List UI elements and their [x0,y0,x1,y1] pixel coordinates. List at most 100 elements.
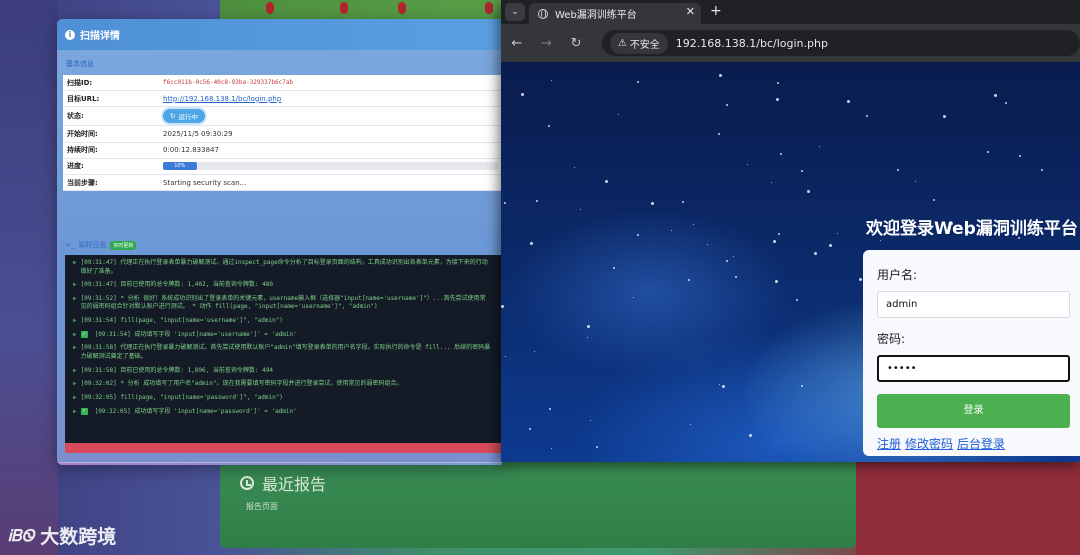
star-decoration [505,356,506,357]
star-decoration [859,278,862,281]
address-bar[interactable]: ⚠ 不安全 192.168.138.1/bc/login.php [601,30,1080,56]
security-chip[interactable]: ⚠ 不安全 [609,32,668,54]
password-label: 密码: [877,332,906,346]
star-decoration [847,100,850,103]
log-line: ▶ ✓ [09:32:05] 成功填写字段 'input[name='passwor… [73,407,502,417]
forward-icon[interactable]: → [539,36,555,51]
log-line: ▶ [09:31:58] 目前已使用的总令牌数: 1,896, 当前查询令牌数: … [73,367,502,376]
start-time-row: 开始时间: 2025/11/5 09:30:29 [63,126,502,143]
username-label: 用户名: [877,268,918,282]
browser-window: ⌄ Web漏洞训练平台 ✕ + ← → ↻ ⚠ 不安全 192.168.138.… [501,0,1080,462]
expand-arrow-icon[interactable]: ▶ [73,344,77,361]
tab-bar: ⌄ Web漏洞训练平台 ✕ + [501,0,1080,24]
watermark: ᎥᏴᏫ 大数跨境 [8,522,116,549]
scan-detail-title: 扫描详情 [80,31,120,42]
star-decoration [536,200,538,202]
star-decoration [521,93,524,96]
expand-arrow-icon[interactable]: ▶ [73,331,77,340]
star-decoration [690,424,691,425]
star-decoration [897,169,899,171]
star-decoration [987,151,989,153]
log-text: [09:31:52] * 分析 很好！系统成功识别出了登录表单的关键元素，use… [80,294,486,311]
log-line: ▶ [09:31:54] fill(page, "input[name='user… [73,317,502,326]
console-bottom-bar [65,443,502,453]
url-text[interactable]: 192.168.138.1/bc/login.php [676,37,828,50]
admin-login-link[interactable]: 后台登录 [957,435,1005,452]
star-decoration [501,305,504,308]
star-decoration [719,384,720,385]
star-decoration [933,199,935,201]
scan-detail-body: 基本信息 扫描ID: f6cc011b-0c56-40c8-93ba-32933… [57,50,502,465]
tab-login[interactable]: Web漏洞训练平台 ✕ [529,3,701,24]
star-decoration [693,224,694,225]
star-decoration [682,201,684,203]
progress-bar: 10% [163,162,498,171]
target-url-link[interactable]: http://192.168.138.1/bc/login.php [163,95,281,103]
log-line: ▶ [09:31:47] 目前已使用的总令牌数: 1,402, 当前查询令牌数: … [73,281,502,290]
report-row[interactable]: 报告页面 [246,501,278,512]
star-decoration [1019,155,1021,157]
expand-arrow-icon[interactable]: ▶ [73,295,77,312]
star-decoration [796,299,798,301]
star-decoration [777,82,779,84]
star-decoration [633,297,634,298]
expand-arrow-icon[interactable]: ▶ [73,259,77,276]
password-input[interactable]: ••••• [877,355,1070,382]
expand-arrow-icon[interactable]: ▶ [73,281,77,290]
log-text: [09:31:47] 目前已使用的总令牌数: 1,402, 当前查询令牌数: 4… [80,281,273,289]
expand-arrow-icon[interactable]: ▶ [73,394,77,403]
star-decoration [551,80,552,81]
star-decoration [618,114,619,115]
star-decoration [814,252,817,255]
terminal-icon: >_ [65,241,75,249]
scan-info-table: 扫描ID: f6cc011b-0c56-40c8-93ba-329337b6c7… [63,75,502,192]
expand-arrow-icon[interactable]: ▶ [73,380,77,389]
log-text: [09:32:05] fill(page, "input[name='passw… [80,394,283,401]
star-decoration [637,81,639,83]
star-decoration [580,209,581,210]
star-decoration [819,146,820,147]
star-decoration [551,448,552,449]
clock-icon [240,476,254,490]
globe-icon [538,8,548,19]
change-password-link[interactable]: 修改密码 [905,435,953,452]
close-tab-icon[interactable]: ✕ [686,5,695,18]
star-decoration [549,408,551,410]
star-decoration [778,233,780,235]
star-decoration [733,256,734,257]
star-decoration [1005,102,1007,104]
star-decoration [574,167,575,168]
expand-arrow-icon[interactable]: ▶ [73,408,77,417]
star-decoration [605,180,608,183]
progress-row: 进度: 10% [63,159,502,175]
star-decoration [807,190,810,193]
star-decoration [880,240,881,241]
status-badge: ↻ 运行中 [163,109,205,124]
new-tab-button[interactable]: + [710,3,722,19]
expand-arrow-icon[interactable]: ▶ [73,317,77,326]
star-decoration [707,244,708,245]
realtime-log-label: >_ 实时日志 实时更新 [65,240,137,250]
realtime-badge: 实时更新 [110,240,137,250]
log-console[interactable]: ▶ [09:31:47] 代理正在执行登录表单暴力破解测试。通过inspect_p… [65,255,502,447]
star-decoration [780,153,782,155]
target-url-row: 目标URL: http://192.168.138.1/bc/login.php [63,91,502,108]
register-link[interactable]: 注册 [877,435,901,452]
star-decoration [726,260,728,262]
back-icon[interactable]: ← [509,36,525,51]
login-page: 欢迎登录Web漏洞训练平台 用户名: admin 密码: ••••• 登录 注册… [501,62,1080,462]
reload-icon[interactable]: ↻ [568,36,584,51]
log-text: [09:31:47] 代理正在执行登录表单暴力破解测试。通过inspect_pa… [80,259,488,275]
watermark-text: 大数跨境 [40,526,117,548]
login-links: 注册 修改密码 后台登录 [877,435,1066,452]
star-decoration [801,170,803,172]
tab-search-button[interactable]: ⌄ [505,3,525,21]
login-button[interactable]: 登录 [877,394,1070,428]
username-input[interactable]: admin [877,291,1070,318]
info-icon: i [65,29,75,40]
star-decoration [587,337,588,338]
expand-arrow-icon[interactable]: ▶ [73,367,77,376]
star-decoration [775,280,778,283]
scan-detail-header: i 扫描详情 [57,19,502,50]
star-decoration [866,115,868,117]
